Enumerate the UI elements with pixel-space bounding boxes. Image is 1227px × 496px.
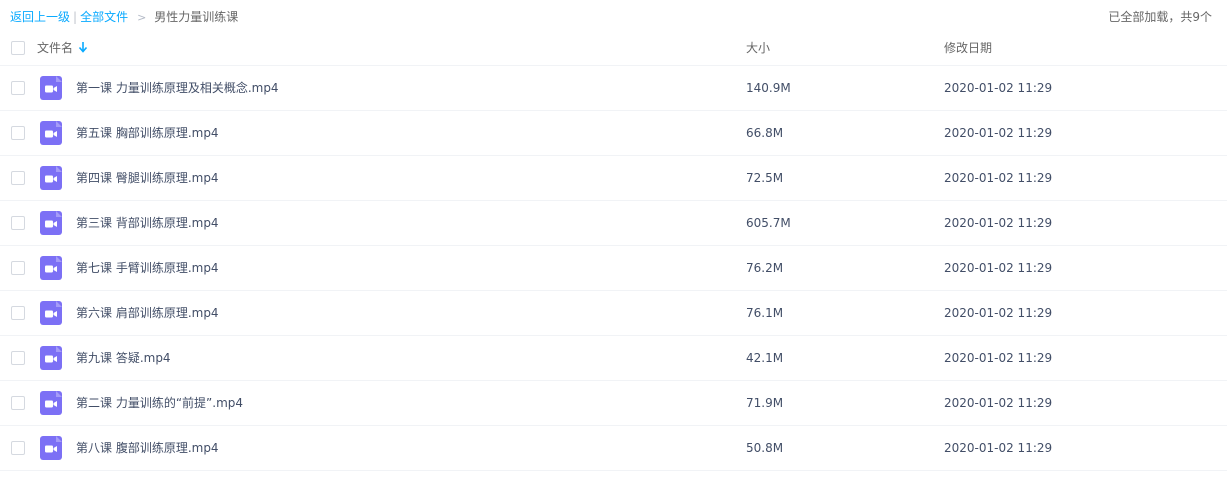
list-end-divider bbox=[0, 470, 1227, 471]
file-list-page: 返回上一级 | 全部文件 > 男性力量训练课 已全部加载，共9个 文件名 大小 修改日期… bbox=[0, 0, 1227, 496]
row-checkbox[interactable] bbox=[11, 81, 25, 95]
file-modified-date: 2020-01-02 11:29 bbox=[944, 126, 1053, 140]
file-row[interactable]: 第二课 力量训练的“前提”.mp4 71.9M 2020-01-02 11:29 bbox=[0, 380, 1227, 425]
breadcrumb: 返回上一级 | 全部文件 > 男性力量训练课 bbox=[10, 9, 238, 26]
file-row[interactable]: 第八课 腹部训练原理.mp4 50.8M 2020-01-02 11:29 bbox=[0, 425, 1227, 470]
file-size: 50.8M bbox=[746, 441, 784, 455]
file-modified-date: 2020-01-02 11:29 bbox=[944, 81, 1053, 95]
all-files-link[interactable]: 全部文件 bbox=[80, 10, 128, 24]
file-name[interactable]: 第一课 力量训练原理及相关概念.mp4 bbox=[76, 80, 279, 96]
file-size: 72.5M bbox=[746, 171, 784, 185]
file-name[interactable]: 第四课 臀腿训练原理.mp4 bbox=[76, 170, 219, 186]
row-checkbox[interactable] bbox=[11, 351, 25, 365]
row-checkbox[interactable] bbox=[11, 261, 25, 275]
row-checkbox[interactable] bbox=[11, 171, 25, 185]
column-header-size[interactable]: 大小 bbox=[746, 40, 770, 56]
select-all-checkbox[interactable] bbox=[11, 41, 25, 55]
file-modified-date: 2020-01-02 11:29 bbox=[944, 351, 1053, 365]
file-row[interactable]: 第七课 手臂训练原理.mp4 76.2M 2020-01-02 11:29 bbox=[0, 245, 1227, 290]
video-file-icon bbox=[40, 346, 62, 370]
file-name[interactable]: 第九课 答疑.mp4 bbox=[76, 350, 171, 366]
video-file-icon bbox=[40, 211, 62, 235]
file-row[interactable]: 第五课 胸部训练原理.mp4 66.8M 2020-01-02 11:29 bbox=[0, 110, 1227, 155]
column-header-name[interactable]: 文件名 bbox=[37, 40, 73, 56]
file-list: 第一课 力量训练原理及相关概念.mp4 140.9M 2020-01-02 11… bbox=[0, 65, 1227, 471]
file-row[interactable]: 第四课 臀腿训练原理.mp4 72.5M 2020-01-02 11:29 bbox=[0, 155, 1227, 200]
file-size: 76.2M bbox=[746, 261, 784, 275]
file-name[interactable]: 第八课 腹部训练原理.mp4 bbox=[76, 440, 219, 456]
file-row[interactable]: 第九课 答疑.mp4 42.1M 2020-01-02 11:29 bbox=[0, 335, 1227, 380]
file-name[interactable]: 第三课 背部训练原理.mp4 bbox=[76, 215, 219, 231]
breadcrumb-arrow: > bbox=[137, 11, 147, 24]
file-name[interactable]: 第二课 力量训练的“前提”.mp4 bbox=[76, 395, 243, 411]
file-row[interactable]: 第六课 肩部训练原理.mp4 76.1M 2020-01-02 11:29 bbox=[0, 290, 1227, 335]
video-file-icon bbox=[40, 256, 62, 280]
list-header: 文件名 大小 修改日期 bbox=[0, 34, 1227, 64]
row-checkbox[interactable] bbox=[11, 441, 25, 455]
video-file-icon bbox=[40, 166, 62, 190]
back-link[interactable]: 返回上一级 bbox=[10, 10, 70, 24]
breadcrumb-separator: | bbox=[73, 10, 78, 24]
file-name[interactable]: 第七课 手臂训练原理.mp4 bbox=[76, 260, 219, 276]
video-file-icon bbox=[40, 391, 62, 415]
sort-arrow-down-icon[interactable] bbox=[78, 40, 88, 54]
file-modified-date: 2020-01-02 11:29 bbox=[944, 306, 1053, 320]
load-status-text: 已全部加载，共9个 bbox=[1108, 10, 1212, 24]
file-size: 66.8M bbox=[746, 126, 784, 140]
file-modified-date: 2020-01-02 11:29 bbox=[944, 441, 1053, 455]
file-modified-date: 2020-01-02 11:29 bbox=[944, 171, 1053, 185]
file-size: 76.1M bbox=[746, 306, 784, 320]
file-row[interactable]: 第三课 背部训练原理.mp4 605.7M 2020-01-02 11:29 bbox=[0, 200, 1227, 245]
file-size: 71.9M bbox=[746, 396, 784, 410]
file-name[interactable]: 第五课 胸部训练原理.mp4 bbox=[76, 125, 219, 141]
video-file-icon bbox=[40, 76, 62, 100]
current-folder-name: 男性力量训练课 bbox=[154, 10, 239, 24]
file-modified-date: 2020-01-02 11:29 bbox=[944, 216, 1053, 230]
video-file-icon bbox=[40, 301, 62, 325]
row-checkbox[interactable] bbox=[11, 126, 25, 140]
file-size: 605.7M bbox=[746, 216, 791, 230]
file-size: 140.9M bbox=[746, 81, 791, 95]
file-modified-date: 2020-01-02 11:29 bbox=[944, 261, 1053, 275]
file-size: 42.1M bbox=[746, 351, 784, 365]
row-checkbox[interactable] bbox=[11, 396, 25, 410]
row-checkbox[interactable] bbox=[11, 306, 25, 320]
file-name[interactable]: 第六课 肩部训练原理.mp4 bbox=[76, 305, 219, 321]
file-modified-date: 2020-01-02 11:29 bbox=[944, 396, 1053, 410]
row-checkbox[interactable] bbox=[11, 216, 25, 230]
file-row[interactable]: 第一课 力量训练原理及相关概念.mp4 140.9M 2020-01-02 11… bbox=[0, 65, 1227, 110]
video-file-icon bbox=[40, 121, 62, 145]
column-header-modified[interactable]: 修改日期 bbox=[944, 40, 992, 56]
breadcrumb-bar: 返回上一级 | 全部文件 > 男性力量训练课 已全部加载，共9个 bbox=[0, 0, 1227, 34]
video-file-icon bbox=[40, 436, 62, 460]
